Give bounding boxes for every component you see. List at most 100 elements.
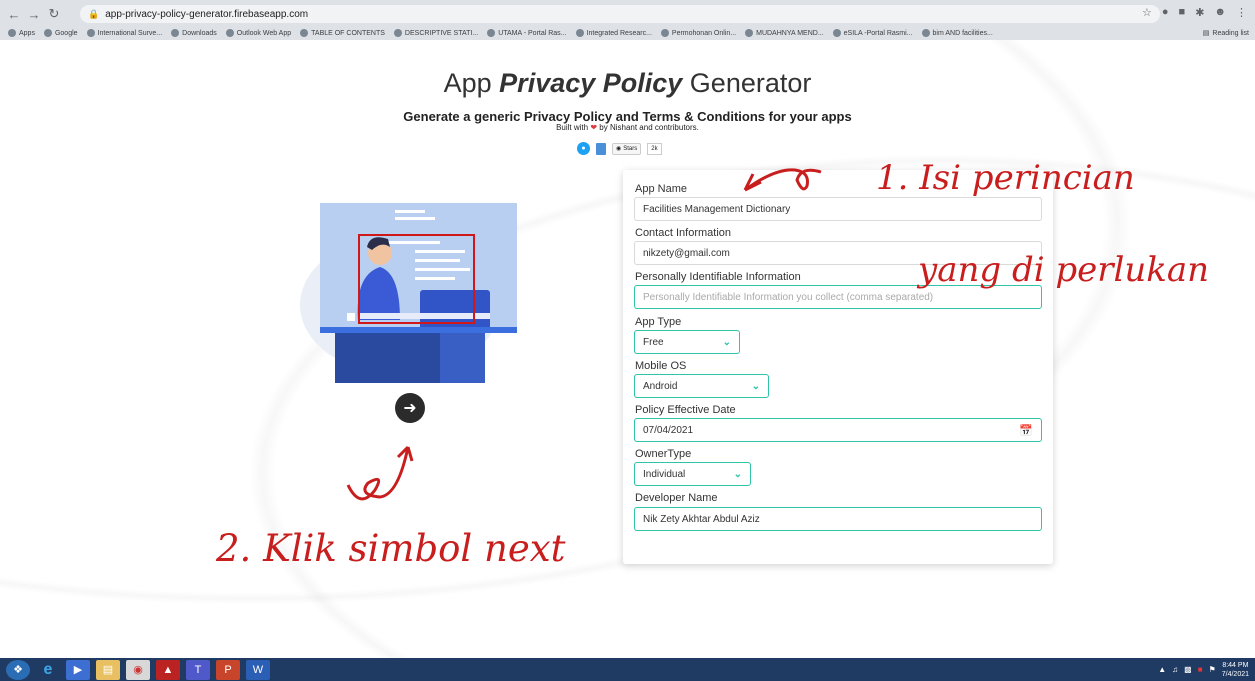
puzzle-icon[interactable]: ✱ xyxy=(1195,6,1204,19)
acrobat-icon[interactable]: ▲ xyxy=(156,659,180,680)
clock-time: 8:44 PM xyxy=(1222,661,1249,669)
annotation-step2: 2. Klik simbol next xyxy=(216,527,566,570)
bookmark-item[interactable]: MUDAHNYA MEND... xyxy=(745,29,824,37)
reading-list-button[interactable]: ▤ Reading list xyxy=(1203,26,1249,40)
chevron-up-icon[interactable]: ▲ xyxy=(1158,665,1166,674)
teams-icon[interactable]: T xyxy=(186,659,210,680)
bookmark-item[interactable]: Apps xyxy=(8,29,35,37)
github-stars-button[interactable]: ◉ Stars xyxy=(612,142,642,155)
title-prefix: App xyxy=(443,68,500,98)
bookmark-item[interactable]: International Surve... xyxy=(86,29,163,37)
bookmark-item[interactable]: Google xyxy=(43,29,78,37)
bookmark-label: TABLE OF CONTENTS xyxy=(311,29,385,37)
bookmark-item[interactable]: Permohonan Onlin... xyxy=(660,29,737,37)
annotation-arrow-1 xyxy=(743,168,822,192)
internet-explorer-icon[interactable]: e xyxy=(36,660,60,680)
bookmark-item[interactable]: Downloads xyxy=(171,29,217,37)
address-row: ← → ↻ 🔒 app-privacy-policy-generator.fir… xyxy=(0,3,1255,25)
owner-type-label: OwnerType xyxy=(635,448,692,460)
owner-type-value: Individual xyxy=(643,468,686,480)
github-stars-count[interactable]: 2k xyxy=(647,142,662,155)
bookmark-label: MUDAHNYA MEND... xyxy=(756,29,824,37)
bookmark-item[interactable]: bim AND facilities... xyxy=(921,29,993,37)
reload-icon[interactable]: ↻ xyxy=(44,4,64,24)
policy-date-input[interactable]: 07/04/2021 📅 xyxy=(634,418,1042,442)
bookmark-label: Google xyxy=(54,29,78,37)
portal-icon xyxy=(487,29,496,37)
star-icon[interactable]: ☆ xyxy=(1142,6,1152,19)
bookmark-label: Apps xyxy=(19,29,35,37)
bookmark-item[interactable]: eSILA -Portal Rasmi... xyxy=(832,29,913,37)
media-player-icon[interactable]: ▶ xyxy=(66,659,90,680)
extension-icon[interactable]: ■ xyxy=(1179,6,1186,19)
forward-icon[interactable]: → xyxy=(24,4,44,24)
system-tray: ▲ ♫ ▩ ■ ⚑ 8:44 PM 7/4/2021 xyxy=(1158,658,1249,681)
chrome-icon[interactable]: ◉ xyxy=(126,659,150,680)
twitter-icon[interactable]: ● xyxy=(577,142,590,155)
network-icon[interactable]: ▩ xyxy=(1184,665,1192,674)
built-with-line: Built with ❤ by Nishant and contributors… xyxy=(0,123,1255,132)
bookmark-label: UTAMA - Portal Ras... xyxy=(498,29,567,37)
bookmark-item[interactable]: TABLE OF CONTENTS xyxy=(300,29,385,37)
bookmark-item[interactable]: Outlook Web App xyxy=(225,29,291,37)
bookmark-item[interactable]: UTAMA - Portal Ras... xyxy=(487,29,567,37)
security-icon[interactable]: ■ xyxy=(1198,665,1203,674)
apps-grid-icon xyxy=(8,29,16,37)
github-stars-label: Stars xyxy=(623,145,638,152)
start-button[interactable]: ❖ xyxy=(6,659,30,680)
pii-label: Personally Identifiable Information xyxy=(635,271,801,283)
social-links: ● ◉ Stars 2k xyxy=(577,142,662,155)
clock[interactable]: 8:44 PM 7/4/2021 xyxy=(1222,661,1249,679)
bookmark-label: International Surve... xyxy=(97,29,163,37)
extension-icon[interactable]: ● xyxy=(1162,6,1169,19)
address-bar[interactable]: 🔒 app-privacy-policy-generator.firebasea… xyxy=(80,5,1160,23)
page-subtitle: Generate a generic Privacy Policy and Te… xyxy=(403,109,852,124)
bookmark-label: Downloads xyxy=(182,29,217,37)
developer-name-input[interactable]: Nik Zety Akhtar Abdul Aziz xyxy=(634,507,1042,531)
powerpoint-icon[interactable]: P xyxy=(216,659,240,680)
owner-type-select[interactable]: Individual ⌄ xyxy=(634,462,751,486)
app-type-select[interactable]: Free ⌄ xyxy=(634,330,740,354)
chevron-down-icon: ⌄ xyxy=(722,336,731,348)
bookmark-item[interactable]: Integrated Researc... xyxy=(575,29,652,37)
app-name-input[interactable]: Facilities Management Dictionary xyxy=(634,197,1042,221)
contact-label: Contact Information xyxy=(635,227,731,239)
bookmark-label: bim AND facilities... xyxy=(932,29,993,37)
annotation-step1-line2: yang di perlukan xyxy=(918,250,1210,290)
reading-list-icon: ▤ xyxy=(1202,30,1210,37)
circle-icon xyxy=(745,29,754,37)
document-icon[interactable] xyxy=(596,142,606,155)
globe-icon xyxy=(86,29,95,37)
profile-icon[interactable]: ☻ xyxy=(1214,6,1226,19)
back-icon[interactable]: ← xyxy=(4,4,24,24)
illustration xyxy=(300,203,517,383)
menu-icon[interactable]: ⋮ xyxy=(1236,6,1247,19)
heart-icon: ❤ xyxy=(590,123,598,132)
arrow-right-icon: ➜ xyxy=(403,400,417,417)
bookmark-label: Integrated Researc... xyxy=(586,29,652,37)
word-icon[interactable]: W xyxy=(246,659,270,680)
page-title: App Privacy Policy Generator xyxy=(0,68,1255,99)
lock-icon: 🔒 xyxy=(88,8,100,19)
annotation-step1-line1: 1. Isi perincian xyxy=(876,158,1135,198)
calendar-icon[interactable]: 📅 xyxy=(1019,424,1033,437)
file-explorer-icon[interactable]: ▤ xyxy=(96,659,120,680)
url-text: app-privacy-policy-generator.firebaseapp… xyxy=(105,8,309,20)
github-icon: ◉ xyxy=(616,146,622,152)
mobile-os-label: Mobile OS xyxy=(635,360,687,372)
bookmark-label: DESCRIPTIVE STATI... xyxy=(404,29,479,37)
app-type-label: App Type xyxy=(635,316,682,328)
clock-date: 7/4/2021 xyxy=(1221,670,1249,678)
policy-date-label: Policy Effective Date xyxy=(635,404,736,416)
outlook-icon xyxy=(225,29,234,37)
mobile-os-select[interactable]: Android ⌄ xyxy=(634,374,769,398)
volume-icon[interactable]: ♫ xyxy=(1172,665,1178,674)
bookmark-item[interactable]: DESCRIPTIVE STATI... xyxy=(393,29,479,37)
flag-icon[interactable]: ⚑ xyxy=(1209,665,1216,674)
app-name-label: App Name xyxy=(635,183,687,195)
bookmark-label: Permohonan Onlin... xyxy=(671,29,737,37)
title-emphasis: Privacy Policy xyxy=(499,68,683,98)
title-suffix: Generator xyxy=(682,68,812,98)
bookmarks-bar: Apps Google International Surve... Download… xyxy=(0,26,1255,40)
next-arrow-button[interactable]: ➜ xyxy=(395,393,425,423)
